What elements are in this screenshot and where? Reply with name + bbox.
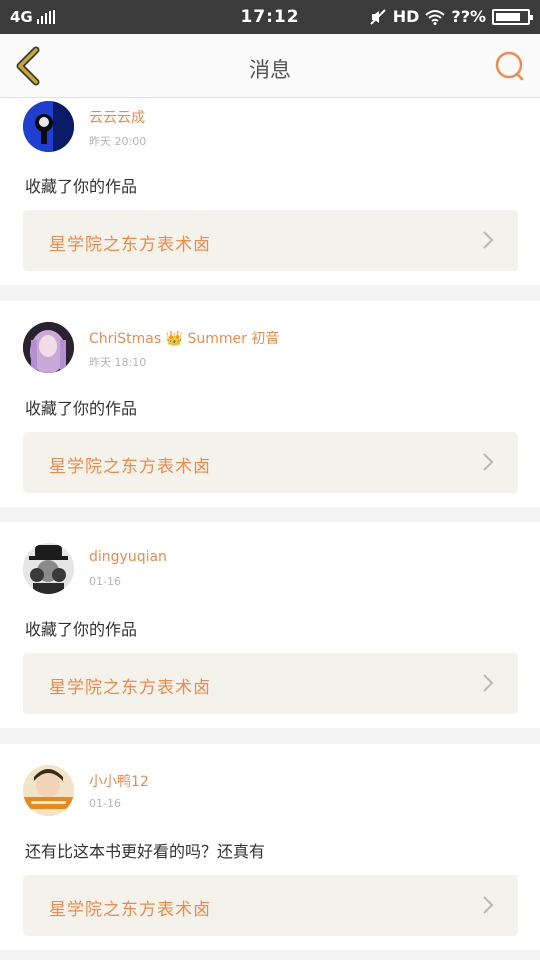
notification-item: 云云云成 昨天 20:00 收藏了你的作品 星学院之东方表术卤	[0, 98, 540, 285]
username[interactable]: dingyuqian	[89, 549, 167, 565]
message-text: 还有比这本书更好看的吗？还真有	[25, 842, 266, 861]
work-title: 星学院之东方表术卤	[49, 900, 211, 920]
notification-item: 小小鸭12 01-16 还有比这本书更好看的吗？还真有 星学院之东方表术卤	[0, 744, 540, 950]
chevron-right-icon	[483, 453, 494, 471]
mute-icon	[370, 8, 386, 25]
username[interactable]: ChriStmas 👑 Summer 初音	[89, 328, 279, 348]
status-bar: 4G 17:12 HD ??%	[0, 0, 540, 34]
message-text: 收藏了你的作品	[25, 399, 138, 418]
status-right: HD ??%	[369, 7, 533, 26]
timestamp: 昨天 18:10	[89, 356, 147, 369]
timestamp: 01-16	[89, 575, 121, 588]
search-button[interactable]	[492, 48, 528, 84]
notification-item: ChriStmas 👑 Summer 初音 昨天 18:10 收藏了你的作品 星…	[0, 301, 540, 507]
wifi-icon	[425, 9, 446, 25]
message-text: 收藏了你的作品	[25, 620, 138, 639]
chevron-right-icon	[483, 231, 494, 249]
battery-icon	[492, 8, 533, 25]
notification-list[interactable]: 云云云成 昨天 20:00 收藏了你的作品 星学院之东方表术卤 ChriStma…	[0, 98, 540, 960]
hd-label: HD	[392, 7, 420, 26]
work-link[interactable]: 星学院之东方表术卤	[23, 653, 518, 714]
avatar[interactable]	[23, 322, 74, 373]
message-text: 收藏了你的作品	[25, 177, 138, 196]
avatar[interactable]	[23, 543, 74, 594]
page-title: 消息	[249, 58, 291, 82]
timestamp: 昨天 20:00	[89, 135, 147, 148]
timestamp: 01-16	[89, 797, 121, 810]
work-link[interactable]: 星学院之东方表术卤	[23, 875, 518, 936]
work-title: 星学院之东方表术卤	[49, 235, 211, 255]
work-link[interactable]: 星学院之东方表术卤	[23, 210, 518, 271]
username[interactable]: 小小鸭12	[89, 771, 149, 791]
notification-item: dingyuqian 01-16 收藏了你的作品 星学院之东方表术卤	[0, 522, 540, 728]
work-title: 星学院之东方表术卤	[49, 457, 211, 477]
work-title: 星学院之东方表术卤	[49, 678, 211, 698]
chevron-right-icon	[483, 674, 494, 692]
search-icon	[495, 51, 524, 81]
chevron-right-icon	[483, 896, 494, 914]
nav-bar: 消息	[0, 34, 540, 98]
avatar[interactable]	[23, 765, 74, 816]
username[interactable]: 云云云成	[89, 107, 145, 127]
avatar[interactable]	[23, 101, 74, 152]
work-link[interactable]: 星学院之东方表术卤	[23, 432, 518, 493]
battery-text: ??%	[451, 7, 486, 26]
